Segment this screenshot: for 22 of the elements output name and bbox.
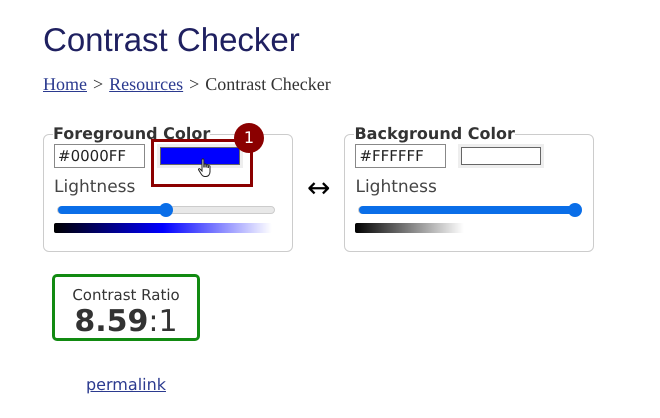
lightness-label: Lightness (355, 176, 437, 198)
page-title: Contrast Checker (43, 20, 300, 60)
slider-thumb[interactable] (568, 203, 582, 217)
contrast-ratio-value: 8.59:1 (74, 305, 178, 339)
breadcrumb-text: Contrast Checker (205, 73, 331, 96)
breadcrumb-link[interactable]: Home (43, 72, 87, 96)
contrast-ratio-label: Contrast Ratio (72, 285, 180, 305)
slider-thumb[interactable] (159, 203, 173, 217)
step-badge: 1 (234, 123, 264, 153)
hex-input[interactable]: #0000FF (54, 144, 145, 168)
panel-legend: Foreground Color (53, 124, 210, 144)
panel-legend: Background Color (354, 124, 515, 144)
color-swatch[interactable] (160, 147, 240, 165)
breadcrumb-text: > (93, 73, 104, 96)
hand-cursor-icon (197, 158, 213, 178)
breadcrumb-link[interactable]: Resources (109, 72, 184, 96)
color-swatch[interactable] (461, 147, 542, 165)
swap-arrow[interactable]: ↔ (307, 174, 330, 202)
breadcrumb-text: > (189, 73, 200, 96)
permalink-link[interactable]: permalink (86, 375, 166, 395)
hex-input[interactable]: #FFFFFF (355, 144, 446, 168)
lightness-label: Lightness (54, 176, 136, 198)
